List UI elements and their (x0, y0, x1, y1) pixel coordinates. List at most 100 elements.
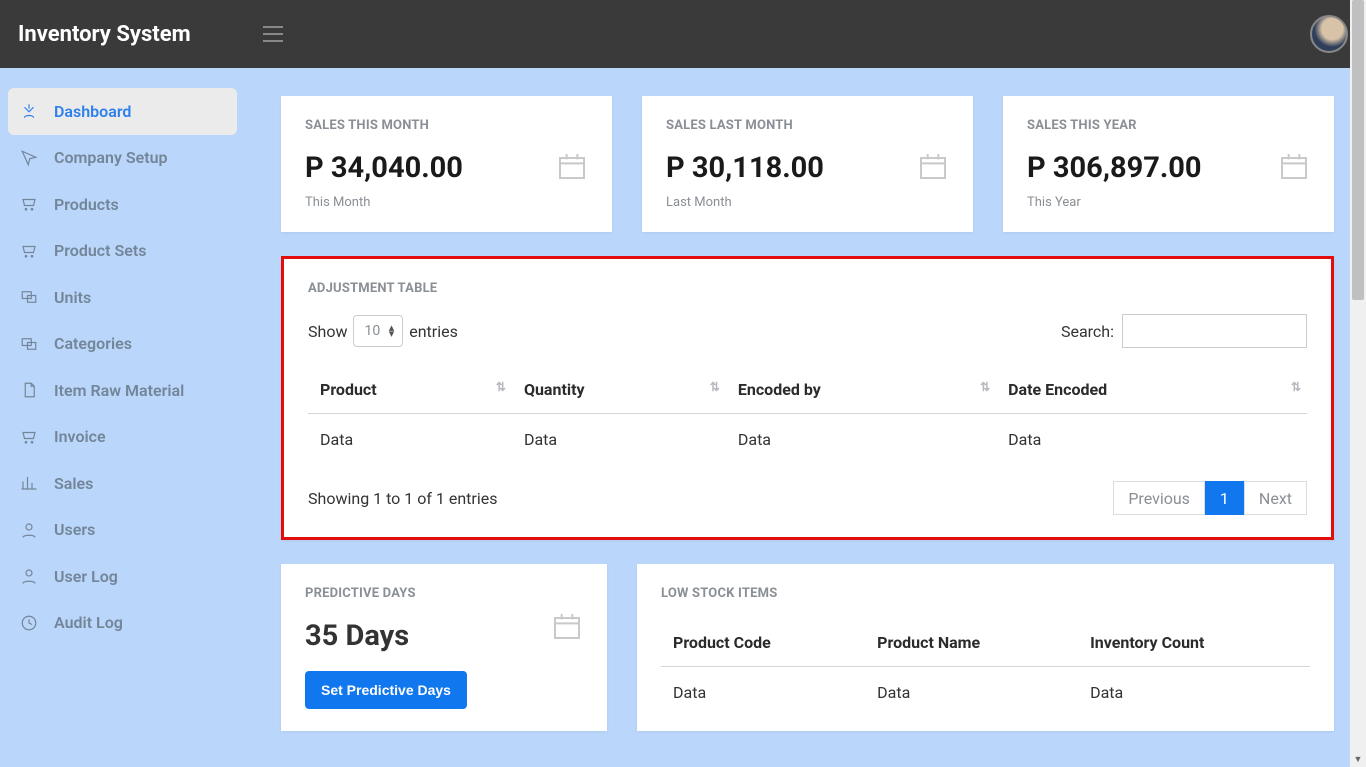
stat-value: P 34,040.00 (305, 151, 588, 185)
col-product-name: Product Name (865, 619, 1078, 667)
select-updown-icon: ▴▾ (389, 325, 395, 337)
sidebar-item-label: Product Sets (54, 241, 146, 260)
set-predictive-days-button[interactable]: Set Predictive Days (305, 671, 467, 709)
app-title: Inventory System (18, 22, 191, 47)
page-1-button[interactable]: 1 (1205, 481, 1244, 515)
predictive-days-card: PREDICTIVE DAYS 35 Days Set Predictive D… (281, 564, 607, 731)
sidebar-item-label: Dashboard (54, 102, 131, 121)
search-label: Search: (1061, 322, 1114, 341)
scrollbar-thumb[interactable] (1352, 0, 1364, 300)
col-encoded-by[interactable]: Encoded by (726, 366, 996, 414)
sidebar-item-invoice[interactable]: Invoice (8, 414, 237, 461)
brand-area: Inventory System (18, 22, 283, 47)
card-title: SALES LAST MONTH (666, 118, 949, 133)
search-control: Search: (1061, 314, 1307, 348)
hamburger-menu-icon[interactable] (263, 26, 283, 42)
cell: Data (308, 414, 512, 466)
calendar-icon (551, 610, 583, 646)
low-stock-table: Product Code Product Name Inventory Coun… (661, 619, 1310, 702)
stat-card-sales-this-month: SALES THIS MONTH P 34,040.00 This Month (281, 96, 612, 232)
table-info: Showing 1 to 1 of 1 entries (308, 489, 497, 508)
stat-value: P 30,118.00 (666, 151, 949, 185)
sidebar-item-label: Units (54, 288, 91, 307)
table-row: Data Data Data Data (308, 414, 1307, 466)
card-title: ADJUSTMENT TABLE (308, 281, 1307, 296)
sidebar-item-categories[interactable]: Categories (8, 321, 237, 368)
sidebar-item-label: Item Raw Material (54, 381, 184, 400)
sidebar-item-sales[interactable]: Sales (8, 460, 237, 507)
card-title: PREDICTIVE DAYS (305, 586, 583, 601)
calendar-icon (556, 150, 588, 186)
calendar-icon (917, 150, 949, 186)
sidebar-item-label: Products (54, 195, 119, 214)
vertical-scrollbar[interactable]: ▲ ▼ (1350, 0, 1366, 767)
sidebar-item-company-setup[interactable]: Company Setup (8, 135, 237, 182)
sidebar-item-label: Sales (54, 474, 93, 493)
prev-button[interactable]: Previous (1113, 481, 1205, 515)
cell: Data (865, 667, 1078, 703)
card-title: SALES THIS MONTH (305, 118, 588, 133)
screens-icon (20, 335, 38, 353)
entries-label: entries (409, 322, 458, 341)
col-product[interactable]: Product (308, 366, 512, 414)
sidebar-item-label: Users (54, 520, 95, 539)
cart-icon (20, 242, 38, 260)
topbar: Inventory System (0, 0, 1366, 68)
col-inventory-count: Inventory Count (1078, 619, 1310, 667)
next-button[interactable]: Next (1244, 481, 1307, 515)
sidebar-item-item-raw-material[interactable]: Item Raw Material (8, 367, 237, 414)
sidebar-item-label: Audit Log (54, 613, 123, 632)
user-icon (20, 521, 38, 539)
card-title: SALES THIS YEAR (1027, 118, 1310, 133)
stat-value: P 306,897.00 (1027, 151, 1310, 185)
col-product-code: Product Code (661, 619, 865, 667)
cell: Data (996, 414, 1307, 466)
file-icon (20, 381, 38, 399)
col-date-encoded[interactable]: Date Encoded (996, 366, 1307, 414)
table-row: Data Data Data (661, 667, 1310, 703)
cart-icon (20, 428, 38, 446)
user-icon (20, 567, 38, 585)
sidebar-item-products[interactable]: Products (8, 181, 237, 228)
bar-chart-icon (20, 474, 38, 492)
screens-icon (20, 288, 38, 306)
stat-sub: This Year (1027, 195, 1310, 210)
sidebar-item-user-log[interactable]: User Log (8, 553, 237, 600)
stat-cards-row: SALES THIS MONTH P 34,040.00 This Month … (281, 96, 1334, 232)
sidebar-item-audit-log[interactable]: Audit Log (8, 600, 237, 647)
search-input[interactable] (1122, 314, 1307, 348)
sidebar-item-dashboard[interactable]: Dashboard (8, 88, 237, 135)
cell: Data (661, 667, 865, 703)
sidebar-item-label: Categories (54, 334, 132, 353)
sidebar-item-label: Company Setup (54, 148, 168, 167)
show-label: Show (308, 322, 347, 341)
stat-sub: Last Month (666, 195, 949, 210)
page-size-select[interactable]: 10 ▴▾ (353, 315, 403, 347)
low-stock-card: LOW STOCK ITEMS Product Code Product Nam… (637, 564, 1334, 731)
cell: Data (512, 414, 726, 466)
stat-sub: This Month (305, 195, 588, 210)
paginator: Previous 1 Next (1113, 481, 1307, 515)
sidebar: Dashboard Company Setup Products Product… (0, 68, 249, 731)
dashboard-icon (20, 102, 38, 120)
adjustment-table-card: ADJUSTMENT TABLE Show 10 ▴▾ entries Sear… (281, 256, 1334, 540)
card-title: LOW STOCK ITEMS (661, 586, 1310, 601)
sidebar-item-label: Invoice (54, 427, 106, 446)
col-quantity[interactable]: Quantity (512, 366, 726, 414)
sidebar-item-label: User Log (54, 567, 118, 586)
scrollbar-down-arrow-icon[interactable]: ▼ (1350, 751, 1366, 767)
clock-icon (20, 614, 38, 632)
calendar-icon (1278, 150, 1310, 186)
cart-icon (20, 195, 38, 213)
avatar[interactable] (1310, 15, 1348, 53)
cell: Data (726, 414, 996, 466)
predictive-value: 35 Days (305, 619, 583, 653)
sidebar-item-product-sets[interactable]: Product Sets (8, 228, 237, 275)
adjustment-table: Product Quantity Encoded by Date Encoded (308, 366, 1307, 465)
length-control: Show 10 ▴▾ entries (308, 315, 458, 347)
sidebar-item-users[interactable]: Users (8, 507, 237, 554)
cell: Data (1078, 667, 1310, 703)
cursor-icon (20, 149, 38, 167)
sidebar-item-units[interactable]: Units (8, 274, 237, 321)
stat-card-sales-this-year: SALES THIS YEAR P 306,897.00 This Year (1003, 96, 1334, 232)
